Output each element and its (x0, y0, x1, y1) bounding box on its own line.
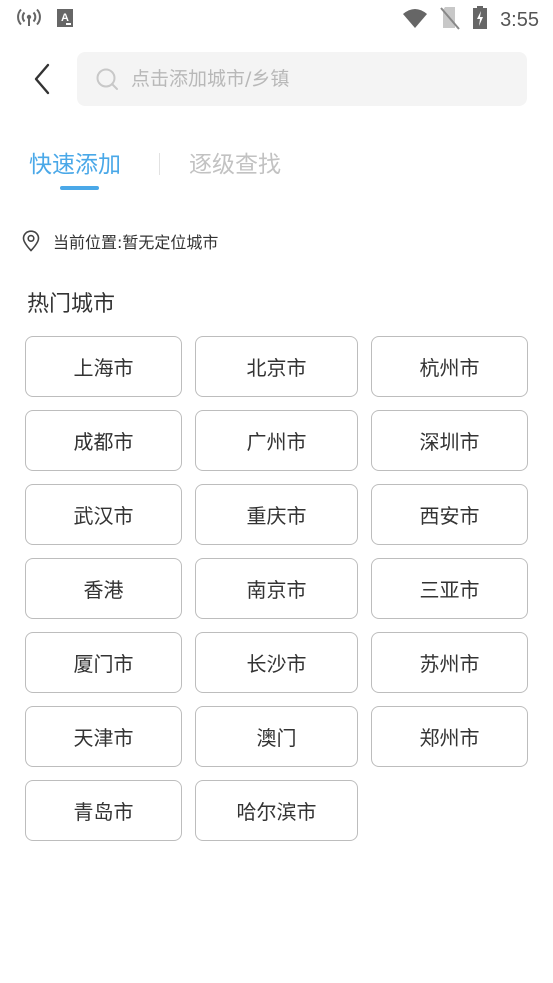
city-button[interactable]: 天津市 (25, 706, 182, 767)
city-button[interactable]: 苏州市 (371, 632, 528, 693)
city-button[interactable]: 北京市 (195, 336, 358, 397)
city-button[interactable]: 三亚市 (371, 558, 528, 619)
active-tab-indicator (60, 186, 99, 190)
city-button[interactable]: 长沙市 (195, 632, 358, 693)
city-button[interactable]: 香港 (25, 558, 182, 619)
clock: 3:55 (500, 8, 539, 31)
city-button[interactable]: 西安市 (371, 484, 528, 545)
current-location: 当前位置: 暂无定位城市 (22, 229, 218, 253)
svg-text:A: A (61, 12, 69, 24)
search-input[interactable] (129, 67, 513, 91)
back-button[interactable] (28, 62, 60, 96)
tab-divider (159, 153, 160, 175)
location-pin-icon (22, 230, 40, 252)
city-button[interactable]: 澳门 (195, 706, 358, 767)
tab-bar: 快速添加 逐级查找 (0, 145, 553, 195)
search-icon (96, 68, 118, 90)
hotspot-icon (16, 8, 42, 32)
city-button[interactable]: 南京市 (195, 558, 358, 619)
tab-quick-add[interactable]: 快速添加 (29, 145, 121, 179)
city-button[interactable]: 哈尔滨市 (195, 780, 358, 841)
battery-charging-icon (472, 6, 488, 34)
city-button[interactable]: 郑州市 (371, 706, 528, 767)
tab-step-search[interactable]: 逐级查找 (189, 145, 281, 179)
city-button[interactable]: 厦门市 (25, 632, 182, 693)
no-sim-icon (440, 6, 460, 34)
city-button[interactable]: 深圳市 (371, 410, 528, 471)
city-button[interactable]: 武汉市 (25, 484, 182, 545)
chevron-left-icon (34, 63, 50, 95)
city-button[interactable]: 青岛市 (25, 780, 182, 841)
city-button[interactable]: 成都市 (25, 410, 182, 471)
city-button[interactable]: 杭州市 (371, 336, 528, 397)
location-label: 当前位置: (53, 233, 123, 252)
status-bar: A 3:55 (0, 0, 553, 38)
city-button[interactable]: 广州市 (195, 410, 358, 471)
search-box[interactable] (77, 52, 527, 106)
city-button[interactable]: 上海市 (25, 336, 182, 397)
location-value: 暂无定位城市 (122, 233, 219, 252)
wifi-icon (402, 7, 428, 33)
city-button[interactable]: 重庆市 (195, 484, 358, 545)
keyboard-a-icon: A (56, 8, 74, 32)
hot-cities-title: 热门城市 (27, 292, 116, 317)
header (0, 52, 553, 106)
